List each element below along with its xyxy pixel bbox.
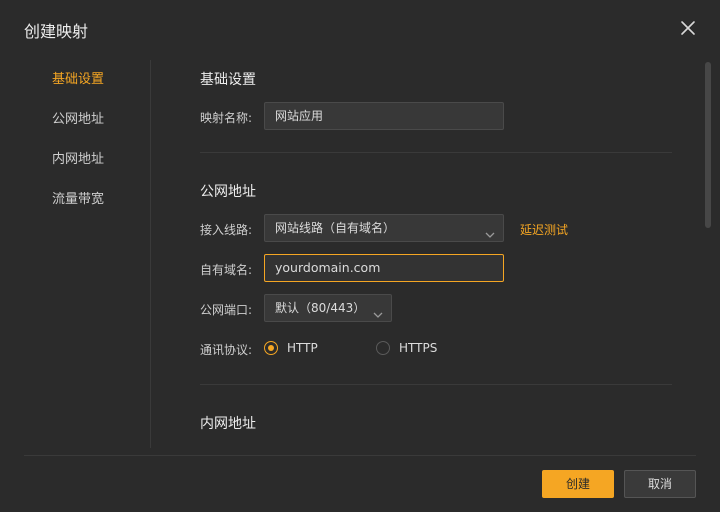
sidebar-item-basic-settings[interactable]: 基础设置 bbox=[52, 68, 104, 87]
access-line-label: 接入线路: bbox=[200, 223, 253, 237]
own-domain-input[interactable]: yourdomain.com bbox=[264, 254, 504, 282]
access-line-value: 网站线路（自有域名） bbox=[275, 221, 396, 235]
scrollbar-thumb[interactable] bbox=[705, 62, 711, 228]
protocol-label: 通讯协议: bbox=[200, 343, 253, 357]
create-mapping-dialog: 创建映射 基础设置 公网地址 内网地址 流量带宽 基础设置 映射名称: 网站应用… bbox=[0, 0, 720, 512]
create-button[interactable]: 创建 bbox=[542, 470, 614, 498]
access-line-select[interactable]: 网站线路（自有域名） bbox=[264, 214, 504, 242]
mapping-name-input[interactable]: 网站应用 bbox=[264, 102, 504, 130]
https-radio[interactable] bbox=[376, 341, 390, 355]
chevron-down-icon bbox=[485, 223, 495, 238]
settings-sidebar: 基础设置 公网地址 内网地址 流量带宽 bbox=[0, 60, 151, 448]
section-divider bbox=[200, 152, 672, 153]
http-radio-label: HTTP bbox=[287, 341, 318, 355]
settings-content: 基础设置 映射名称: 网站应用 公网地址 接入线路: 网站线路（自有域名） 延迟… bbox=[152, 60, 704, 448]
https-radio-label: HTTPS bbox=[399, 341, 438, 355]
public-port-value: 默认（80/443） bbox=[275, 301, 366, 315]
public-port-select[interactable]: 默认（80/443） bbox=[264, 294, 392, 322]
internal-section-title: 内网地址 bbox=[200, 416, 256, 432]
basic-section-title: 基础设置 bbox=[200, 72, 256, 88]
chevron-down-icon bbox=[373, 303, 383, 318]
sidebar-item-public-address[interactable]: 公网地址 bbox=[52, 108, 104, 127]
sidebar-item-internal-address[interactable]: 内网地址 bbox=[52, 148, 104, 167]
public-section-title: 公网地址 bbox=[200, 184, 256, 200]
http-radio[interactable] bbox=[264, 341, 278, 355]
footer-divider bbox=[24, 455, 696, 456]
mapping-name-label: 映射名称: bbox=[200, 111, 253, 125]
dialog-title: 创建映射 bbox=[24, 22, 89, 41]
own-domain-label: 自有域名: bbox=[200, 263, 253, 277]
close-icon[interactable] bbox=[678, 18, 698, 38]
sidebar-item-bandwidth[interactable]: 流量带宽 bbox=[52, 188, 104, 207]
section-divider bbox=[200, 384, 672, 385]
latency-test-link[interactable]: 延迟测试 bbox=[520, 221, 568, 238]
cancel-button[interactable]: 取消 bbox=[624, 470, 696, 498]
public-port-label: 公网端口: bbox=[200, 303, 253, 317]
